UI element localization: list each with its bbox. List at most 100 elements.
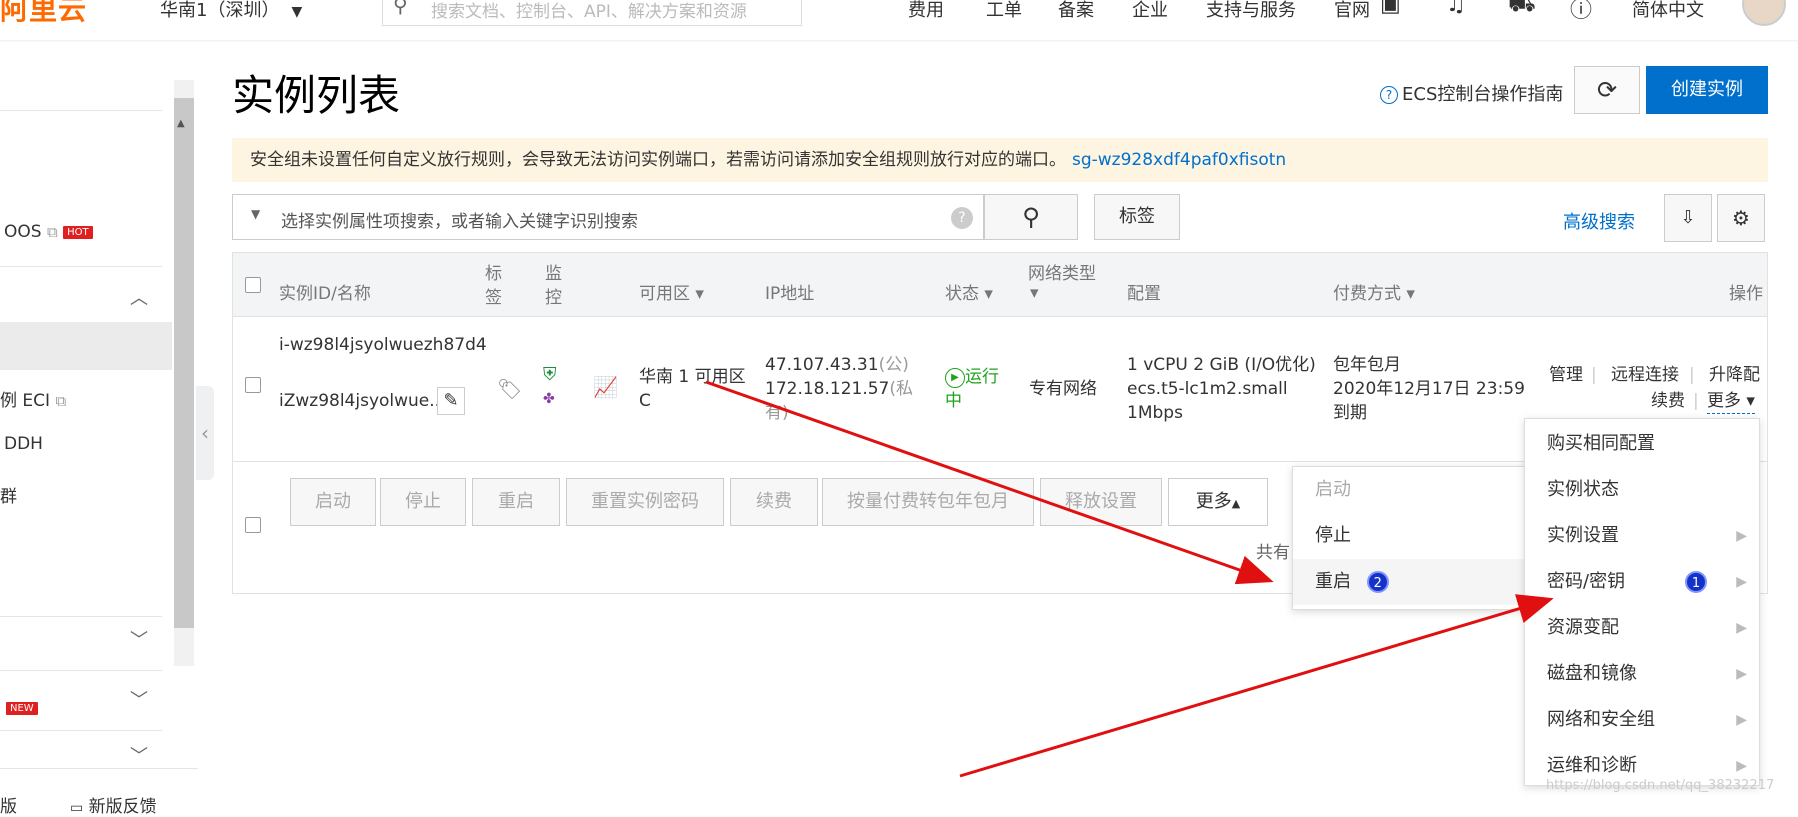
header-billing[interactable]: 付费方式 ▾ [1333, 279, 1415, 304]
menu-item-resource-change[interactable]: 资源变配 ▶ [1525, 605, 1759, 651]
batch-stop-button[interactable]: 停止 [380, 478, 466, 526]
bandwidth: 1Mbps [1127, 403, 1183, 423]
step-marker-2: 2 [1366, 571, 1389, 593]
nav-icp[interactable]: 备案 [1058, 0, 1094, 22]
batch-convert-billing-button[interactable]: 按量付费转包年包月 [822, 478, 1034, 526]
avatar[interactable] [1742, 0, 1786, 26]
nav-official-site[interactable]: 官网 [1334, 0, 1370, 22]
sidebar-collapse-handle[interactable]: ‹ [196, 386, 214, 480]
chevron-down-icon[interactable]: ﹀ [130, 742, 148, 768]
guide-link[interactable]: ? ECS控制台操作指南 [1380, 80, 1563, 106]
external-link-icon: ⧉ [46, 223, 58, 241]
remote-connect-link[interactable]: 远程连接 [1611, 363, 1679, 387]
instance-filter-input[interactable]: ▼ 选择实例属性项搜索，或者输入关键字识别搜索 ? [232, 194, 984, 240]
row-checkbox[interactable] [245, 377, 261, 393]
hot-badge: HOT [63, 226, 93, 239]
sidebar-divider [0, 616, 162, 617]
settings-button[interactable]: ⚙ [1717, 194, 1765, 242]
help-icon[interactable]: ⓘ [1570, 0, 1592, 24]
region-selector[interactable]: 华南1（深圳） ▼ [160, 0, 302, 22]
cart-icon[interactable]: ⛟ [1508, 0, 1536, 20]
nav-tickets[interactable]: 工单 [986, 0, 1022, 22]
nav-support[interactable]: 支持与服务 [1206, 0, 1296, 22]
header-zone[interactable]: 可用区 ▾ [639, 279, 704, 304]
sidebar-item-cluster[interactable]: 群 [0, 482, 17, 507]
instance-type-link[interactable]: ecs.t5-lc1m2.small [1127, 377, 1288, 401]
export-icon: ⇩ [1680, 207, 1696, 228]
menu-item-instance-settings[interactable]: 实例设置 ▶ [1525, 513, 1759, 559]
terminal-icon[interactable]: ▣ [1380, 0, 1401, 17]
batch-more-button[interactable]: 更多▲ [1168, 478, 1268, 526]
feedback-link[interactable]: ▭ 新版反馈 [70, 792, 157, 817]
header-status[interactable]: 状态 ▾ [945, 279, 993, 304]
manage-link[interactable]: 管理 [1549, 363, 1583, 387]
advanced-search-link[interactable]: 高级搜索 [1563, 208, 1635, 234]
scroll-up-arrow-icon[interactable]: ▲ [177, 118, 185, 129]
nav-enterprise[interactable]: 企业 [1132, 0, 1168, 22]
question-icon: ? [1380, 86, 1398, 104]
language-switch[interactable]: 简体中文 [1632, 0, 1704, 22]
public-ip: 47.107.43.31(公) [765, 353, 909, 377]
header-status-label: 状态 [945, 284, 979, 304]
refresh-button[interactable]: ⟳ [1574, 66, 1640, 114]
batch-reset-password-button[interactable]: 重置实例密码 [566, 478, 724, 526]
network-filter-icon[interactable]: ▾ [1030, 283, 1039, 303]
menu-item-restart[interactable]: 重启 2 [1293, 559, 1529, 605]
menu-item-restart-label: 重启 [1315, 571, 1351, 592]
table-header: 实例ID/名称 标 签 监 控 可用区 ▾ IP地址 状态 ▾ 网络类型 ▾ 配… [233, 253, 1767, 317]
batch-release-settings-button[interactable]: 释放设置 [1040, 478, 1162, 526]
sidebar-item-ddh[interactable]: DDH [4, 434, 43, 454]
chevron-up-icon[interactable]: ︿ [130, 284, 148, 310]
chevron-down-icon[interactable]: ﹀ [130, 686, 148, 712]
global-search-input[interactable]: ⚲ 搜索文档、控制台、API、解决方案和资源 [382, 0, 802, 26]
new-badge: NEW [6, 702, 38, 715]
global-search-placeholder: 搜索文档、控制台、API、解决方案和资源 [431, 2, 747, 22]
instance-id-link[interactable]: i-wz98l4jsyolwuezh87d4 [279, 333, 487, 357]
edit-name-button[interactable]: ✎ [437, 387, 465, 415]
security-group-link[interactable]: sg-wz928xdf4paf0xfisotn [1072, 150, 1286, 170]
sidebar-item-oos[interactable]: OOS ⧉ HOT [4, 222, 93, 242]
export-button[interactable]: ⇩ [1664, 194, 1712, 242]
tag-button[interactable]: 标签 [1094, 194, 1180, 240]
create-instance-button[interactable]: 创建实例 [1646, 66, 1768, 114]
menu-item-buy-same[interactable]: 购买相同配置 [1525, 421, 1759, 467]
nav-fees[interactable]: 费用 [908, 0, 944, 22]
security-group-alert: 安全组未设置任何自定义放行规则，会导致无法访问实例端口，若需访问请添加安全组规则… [232, 138, 1768, 182]
batch-renew-button[interactable]: 续费 [730, 478, 818, 526]
sidebar-divider [0, 670, 162, 671]
renew-link[interactable]: 续费 [1651, 389, 1685, 413]
filter-dropdown-icon[interactable]: ▼ [251, 207, 260, 221]
chevron-down-icon[interactable]: ﹀ [130, 626, 148, 652]
tag-icon[interactable]: 🏷 [497, 377, 522, 401]
sidebar-item-eci[interactable]: 例 ECI ⧉ [0, 386, 66, 411]
upgrade-link[interactable]: 升降配 [1709, 363, 1760, 387]
menu-item-instance-status[interactable]: 实例状态 [1525, 467, 1759, 513]
shield-icon[interactable]: ⛨ [543, 363, 557, 387]
private-ip-value: 172.18.121.57 [765, 379, 890, 399]
row-more-menu: 购买相同配置 实例状态 实例设置 ▶ 密码/密钥 1 ▶ 资源变配 ▶ 磁盘和镜像 ▶ 网… [1524, 418, 1760, 786]
batch-select-checkbox[interactable] [245, 517, 261, 533]
sidebar-scrollbar-thumb[interactable] [174, 98, 194, 628]
menu-item-start[interactable]: 启动 [1293, 467, 1529, 513]
select-all-checkbox[interactable] [245, 277, 261, 293]
more-ops-link[interactable]: 更多 ▾ [1707, 389, 1755, 414]
puzzle-icon[interactable]: ✤ [543, 387, 555, 411]
header-config: 配置 [1127, 284, 1161, 304]
header-instance-id: 实例ID/名称 [279, 284, 371, 304]
menu-item-label: 网络和安全组 [1547, 709, 1655, 730]
menu-item-password-key[interactable]: 密码/密钥 1 ▶ [1525, 559, 1759, 605]
menu-item-disk-image[interactable]: 磁盘和镜像 ▶ [1525, 651, 1759, 697]
aliyun-logo[interactable]: 阿里云 [0, 0, 87, 28]
menu-item-network-security[interactable]: 网络和安全组 ▶ [1525, 697, 1759, 743]
batch-restart-button[interactable]: 重启 [472, 478, 560, 526]
monitor-chart-icon[interactable]: 📈 [593, 375, 618, 399]
sidebar-item-selected[interactable] [0, 322, 172, 370]
search-button[interactable]: ⚲ [984, 194, 1078, 240]
public-ip-value: 47.107.43.31 [765, 355, 879, 375]
batch-start-button[interactable]: 启动 [290, 478, 376, 526]
bell-icon[interactable]: ♫ [1446, 0, 1466, 17]
alert-text: 安全组未设置任何自定义放行规则，会导致无法访问实例端口，若需访问请添加安全组规则… [250, 150, 1066, 170]
status-text: 运行 [965, 367, 999, 387]
help-icon[interactable]: ? [951, 207, 973, 229]
menu-item-stop[interactable]: 停止 [1293, 513, 1529, 559]
